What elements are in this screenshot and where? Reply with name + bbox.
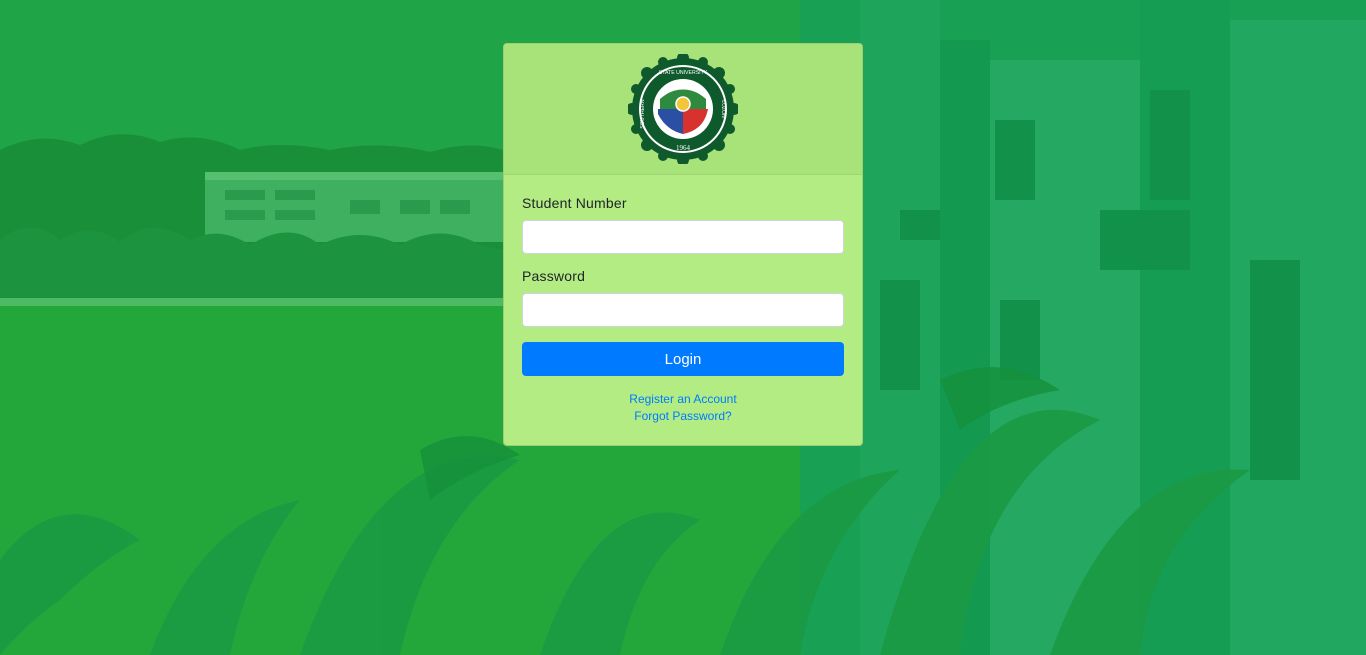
password-group: Password: [522, 268, 844, 327]
account-links: Register an Account Forgot Password?: [522, 391, 844, 425]
svg-text:STATE UNIVERSITY: STATE UNIVERSITY: [659, 70, 708, 76]
login-button[interactable]: Login: [522, 342, 844, 376]
student-number-group: Student Number: [522, 195, 844, 254]
student-number-input[interactable]: [522, 220, 844, 254]
svg-text:SOUTHERN: SOUTHERN: [640, 99, 646, 128]
university-seal-icon: 1964 STATE UNIVERSITY SOUTHERN LUZON: [628, 54, 738, 164]
svg-text:LUZON: LUZON: [720, 100, 726, 118]
login-form: Student Number Password Login Register a…: [504, 175, 862, 425]
password-input[interactable]: [522, 293, 844, 327]
forgot-password-link[interactable]: Forgot Password?: [522, 408, 844, 425]
student-number-label: Student Number: [522, 195, 627, 211]
svg-text:1964: 1964: [676, 144, 691, 152]
register-link[interactable]: Register an Account: [522, 391, 844, 408]
password-label: Password: [522, 268, 586, 284]
card-header: 1964 STATE UNIVERSITY SOUTHERN LUZON: [504, 44, 862, 175]
login-card: 1964 STATE UNIVERSITY SOUTHERN LUZON Stu…: [503, 43, 863, 446]
